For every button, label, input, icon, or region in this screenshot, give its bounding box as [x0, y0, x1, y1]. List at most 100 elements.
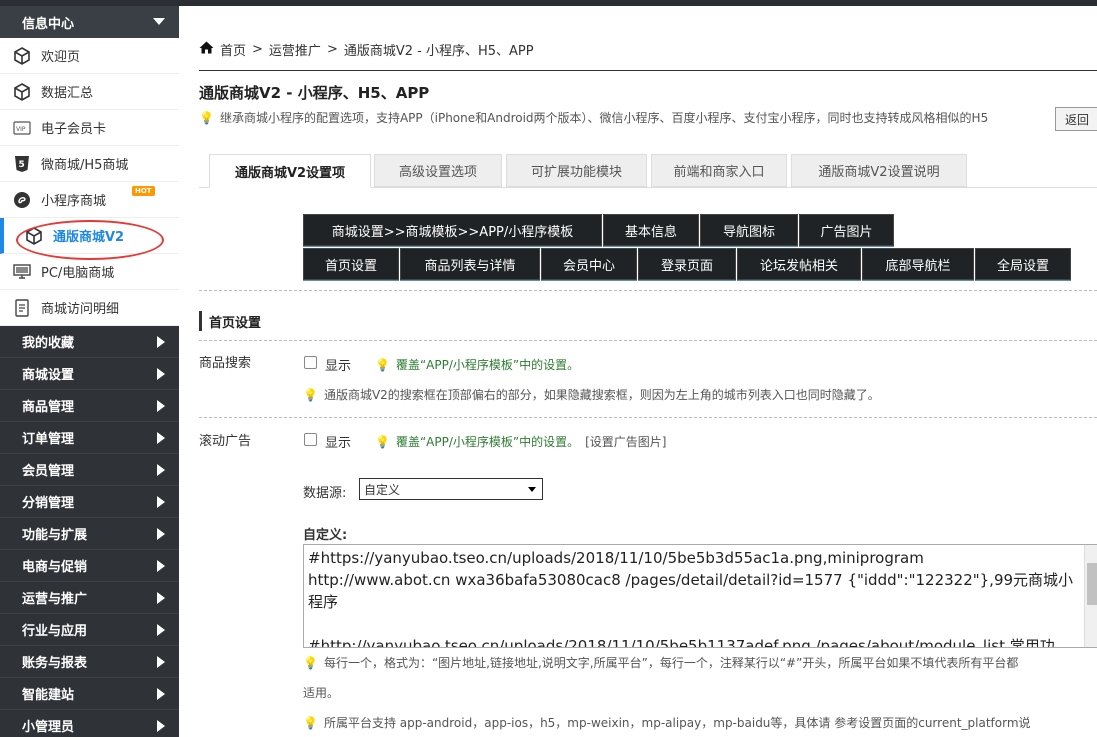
sidebar-category-favorites[interactable]: 我的收藏: [0, 326, 179, 358]
breadcrumb-current: 通版商城V2 - 小程序、H5、APP: [343, 44, 534, 59]
page-description: 💡 继承商城小程序的配置选项，支持APP（iPhone和Android两个版本）…: [199, 109, 988, 126]
ads-show-checkbox[interactable]: [304, 433, 317, 446]
product-list-button[interactable]: 商品列表与详情: [400, 248, 540, 280]
search-hint-text: 通版商城V2的搜索框在顶部偏右的部分，如果隐藏搜索框，则因为左上角的城市列表入口…: [323, 388, 880, 402]
sidebar-item-label: 小程序商城: [41, 194, 107, 209]
sidebar-category-industry[interactable]: 行业与应用: [0, 614, 179, 646]
sidebar-category-promotions[interactable]: 电商与促销: [0, 550, 179, 582]
monitor-icon: [12, 262, 32, 282]
bottom-nav-button[interactable]: 底部导航栏: [862, 248, 974, 280]
tab-extension-modules[interactable]: 可扩展功能模块: [506, 154, 647, 187]
home-settings-button[interactable]: 首页设置: [303, 248, 399, 280]
format-hint: 💡 每行一个，格式为：“图片地址,链接地址,说明文字,所属平台”，每行一个，注释…: [303, 654, 1018, 671]
cube-icon: [12, 82, 32, 102]
breadcrumb-operations[interactable]: 运营推广: [269, 40, 321, 59]
template-settings-button[interactable]: 商城设置>>商城模板>>APP/小程序模板: [303, 214, 602, 246]
sidebar-header-info-center[interactable]: 信息中心: [0, 6, 179, 38]
sidebar-header-label: 信息中心: [22, 16, 75, 32]
sidebar: 信息中心 欢迎页 数据汇总 VIP 电子会员卡 5 微商城/H5商城 小程序商城…: [0, 6, 179, 737]
sidebar-category-label: 功能与扩展: [22, 528, 88, 543]
set-ad-images-link[interactable]: [设置广告图片]: [585, 433, 666, 450]
custom-ads-textarea[interactable]: #https://yanyubao.tseo.cn/uploads/2018/1…: [303, 544, 1097, 648]
caret-right-icon: [157, 624, 165, 636]
lightbulb-icon: 💡: [199, 110, 214, 125]
textarea-line: #https://yanyubao.tseo.cn/uploads/2018/1…: [308, 549, 924, 567]
tab-v2-settings[interactable]: 通版商城V2设置项: [209, 154, 371, 188]
sidebar-category-label: 会员管理: [22, 464, 75, 479]
sidebar-category-finance[interactable]: 账务与报表: [0, 646, 179, 678]
breadcrumb-home[interactable]: 首页: [220, 40, 246, 59]
datasource-select[interactable]: 自定义: [359, 478, 543, 500]
back-button[interactable]: 返回: [1055, 107, 1097, 131]
caret-right-icon: [157, 560, 165, 572]
sidebar-item-data-summary[interactable]: 数据汇总: [0, 74, 179, 110]
basic-info-button[interactable]: 基本信息: [603, 214, 699, 246]
sidebar-item-label: 数据汇总: [41, 86, 94, 101]
ads-show-label[interactable]: 显示: [325, 432, 351, 451]
format-hint-text-2: 适用。: [303, 686, 340, 700]
report-icon: [12, 298, 32, 318]
search-show-checkbox[interactable]: [304, 356, 317, 369]
vip-card-icon: VIP: [12, 118, 32, 138]
lightbulb-icon: 💡: [375, 357, 390, 372]
sidebar-item-member-card[interactable]: VIP 电子会员卡: [0, 110, 179, 146]
sidebar-category-distribution[interactable]: 分销管理: [0, 486, 179, 518]
scrollbar-thumb[interactable]: [1087, 563, 1097, 605]
forum-button[interactable]: 论坛发帖相关: [737, 248, 861, 280]
member-center-button[interactable]: 会员中心: [541, 248, 637, 280]
divider: [199, 70, 1097, 71]
datasource-label: 数据源:: [303, 486, 347, 501]
textarea-line: #http://yanyubao.tseo.cn/uploads/2018/11…: [308, 637, 1055, 648]
sidebar-item-label: 微商城/H5商城: [41, 158, 129, 173]
sidebar-item-tongban-v2[interactable]: 通版商城V2: [0, 218, 179, 260]
sidebar-item-label: 商城访问明细: [41, 302, 120, 317]
caret-right-icon: [157, 656, 165, 668]
dashed-divider: [199, 417, 1097, 418]
html5-icon: 5: [12, 154, 32, 174]
search-override-note: 💡 覆盖“APP/小程序模板”中的设置。: [375, 356, 579, 373]
tab-v2-instructions[interactable]: 通版商城V2设置说明: [791, 154, 967, 187]
custom-label: 自定义:: [303, 528, 348, 543]
tab-advanced-settings[interactable]: 高级设置选项: [374, 154, 502, 187]
cube-icon: [12, 46, 32, 66]
format-hint-text: 每行一个，格式为：“图片地址,链接地址,说明文字,所属平台”，每行一个，注释某行…: [323, 656, 1019, 670]
sidebar-category-products[interactable]: 商品管理: [0, 390, 179, 422]
sidebar-item-h5-mall[interactable]: 5 微商城/H5商城: [0, 146, 179, 182]
sidebar-category-orders[interactable]: 订单管理: [0, 422, 179, 454]
tab-frontend-entry[interactable]: 前端和商家入口: [651, 154, 787, 187]
lightbulb-icon: 💡: [303, 655, 318, 670]
lightbulb-icon: 💡: [303, 715, 318, 730]
caret-right-icon: [157, 528, 165, 540]
dashed-divider: [199, 340, 1097, 341]
search-row-label: 商品搜索: [199, 356, 252, 371]
platform-hint-text: 所属平台支持 app-android，app-ios，h5，mp-weixin，…: [323, 716, 1031, 730]
sidebar-item-label: PC/电脑商城: [41, 266, 115, 281]
sidebar-category-features[interactable]: 功能与扩展: [0, 518, 179, 550]
search-override-text: 覆盖“APP/小程序模板”中的设置。: [395, 358, 580, 372]
ad-images-button[interactable]: 广告图片: [799, 214, 894, 246]
sidebar-category-mall-settings[interactable]: 商城设置: [0, 358, 179, 390]
textarea-line: [308, 613, 1094, 635]
sidebar-item-visit-details[interactable]: 商城访问明细: [0, 290, 179, 326]
textarea-scrollbar[interactable]: [1084, 545, 1097, 647]
sidebar-category-label: 电商与促销: [22, 560, 88, 575]
dropdown-arrow-icon: [528, 487, 536, 492]
sidebar-item-welcome[interactable]: 欢迎页: [0, 38, 179, 74]
sidebar-category-operations[interactable]: 运营与推广: [0, 582, 179, 614]
home-icon[interactable]: [199, 41, 214, 58]
caret-right-icon: [157, 336, 165, 348]
sidebar-item-mini-program-mall[interactable]: 小程序商城 HOT: [0, 182, 179, 218]
breadcrumb: 首页 > 运营推广 > 通版商城V2 - 小程序、H5、APP: [199, 40, 534, 59]
ads-override-text: 覆盖“APP/小程序模板”中的设置。: [395, 435, 580, 449]
sidebar-item-pc-mall[interactable]: PC/电脑商城: [0, 254, 179, 290]
svg-text:VIP: VIP: [16, 126, 26, 133]
login-page-button[interactable]: 登录页面: [638, 248, 736, 280]
format-hint-continued: 适用。: [303, 684, 339, 701]
nav-icons-button[interactable]: 导航图标: [700, 214, 798, 246]
sidebar-category-site-builder[interactable]: 智能建站: [0, 678, 179, 710]
caret-right-icon: [157, 400, 165, 412]
global-settings-button[interactable]: 全局设置: [975, 248, 1071, 280]
search-show-label[interactable]: 显示: [325, 355, 351, 374]
sidebar-category-admins[interactable]: 小管理员: [0, 710, 179, 737]
sidebar-category-members[interactable]: 会员管理: [0, 454, 179, 486]
